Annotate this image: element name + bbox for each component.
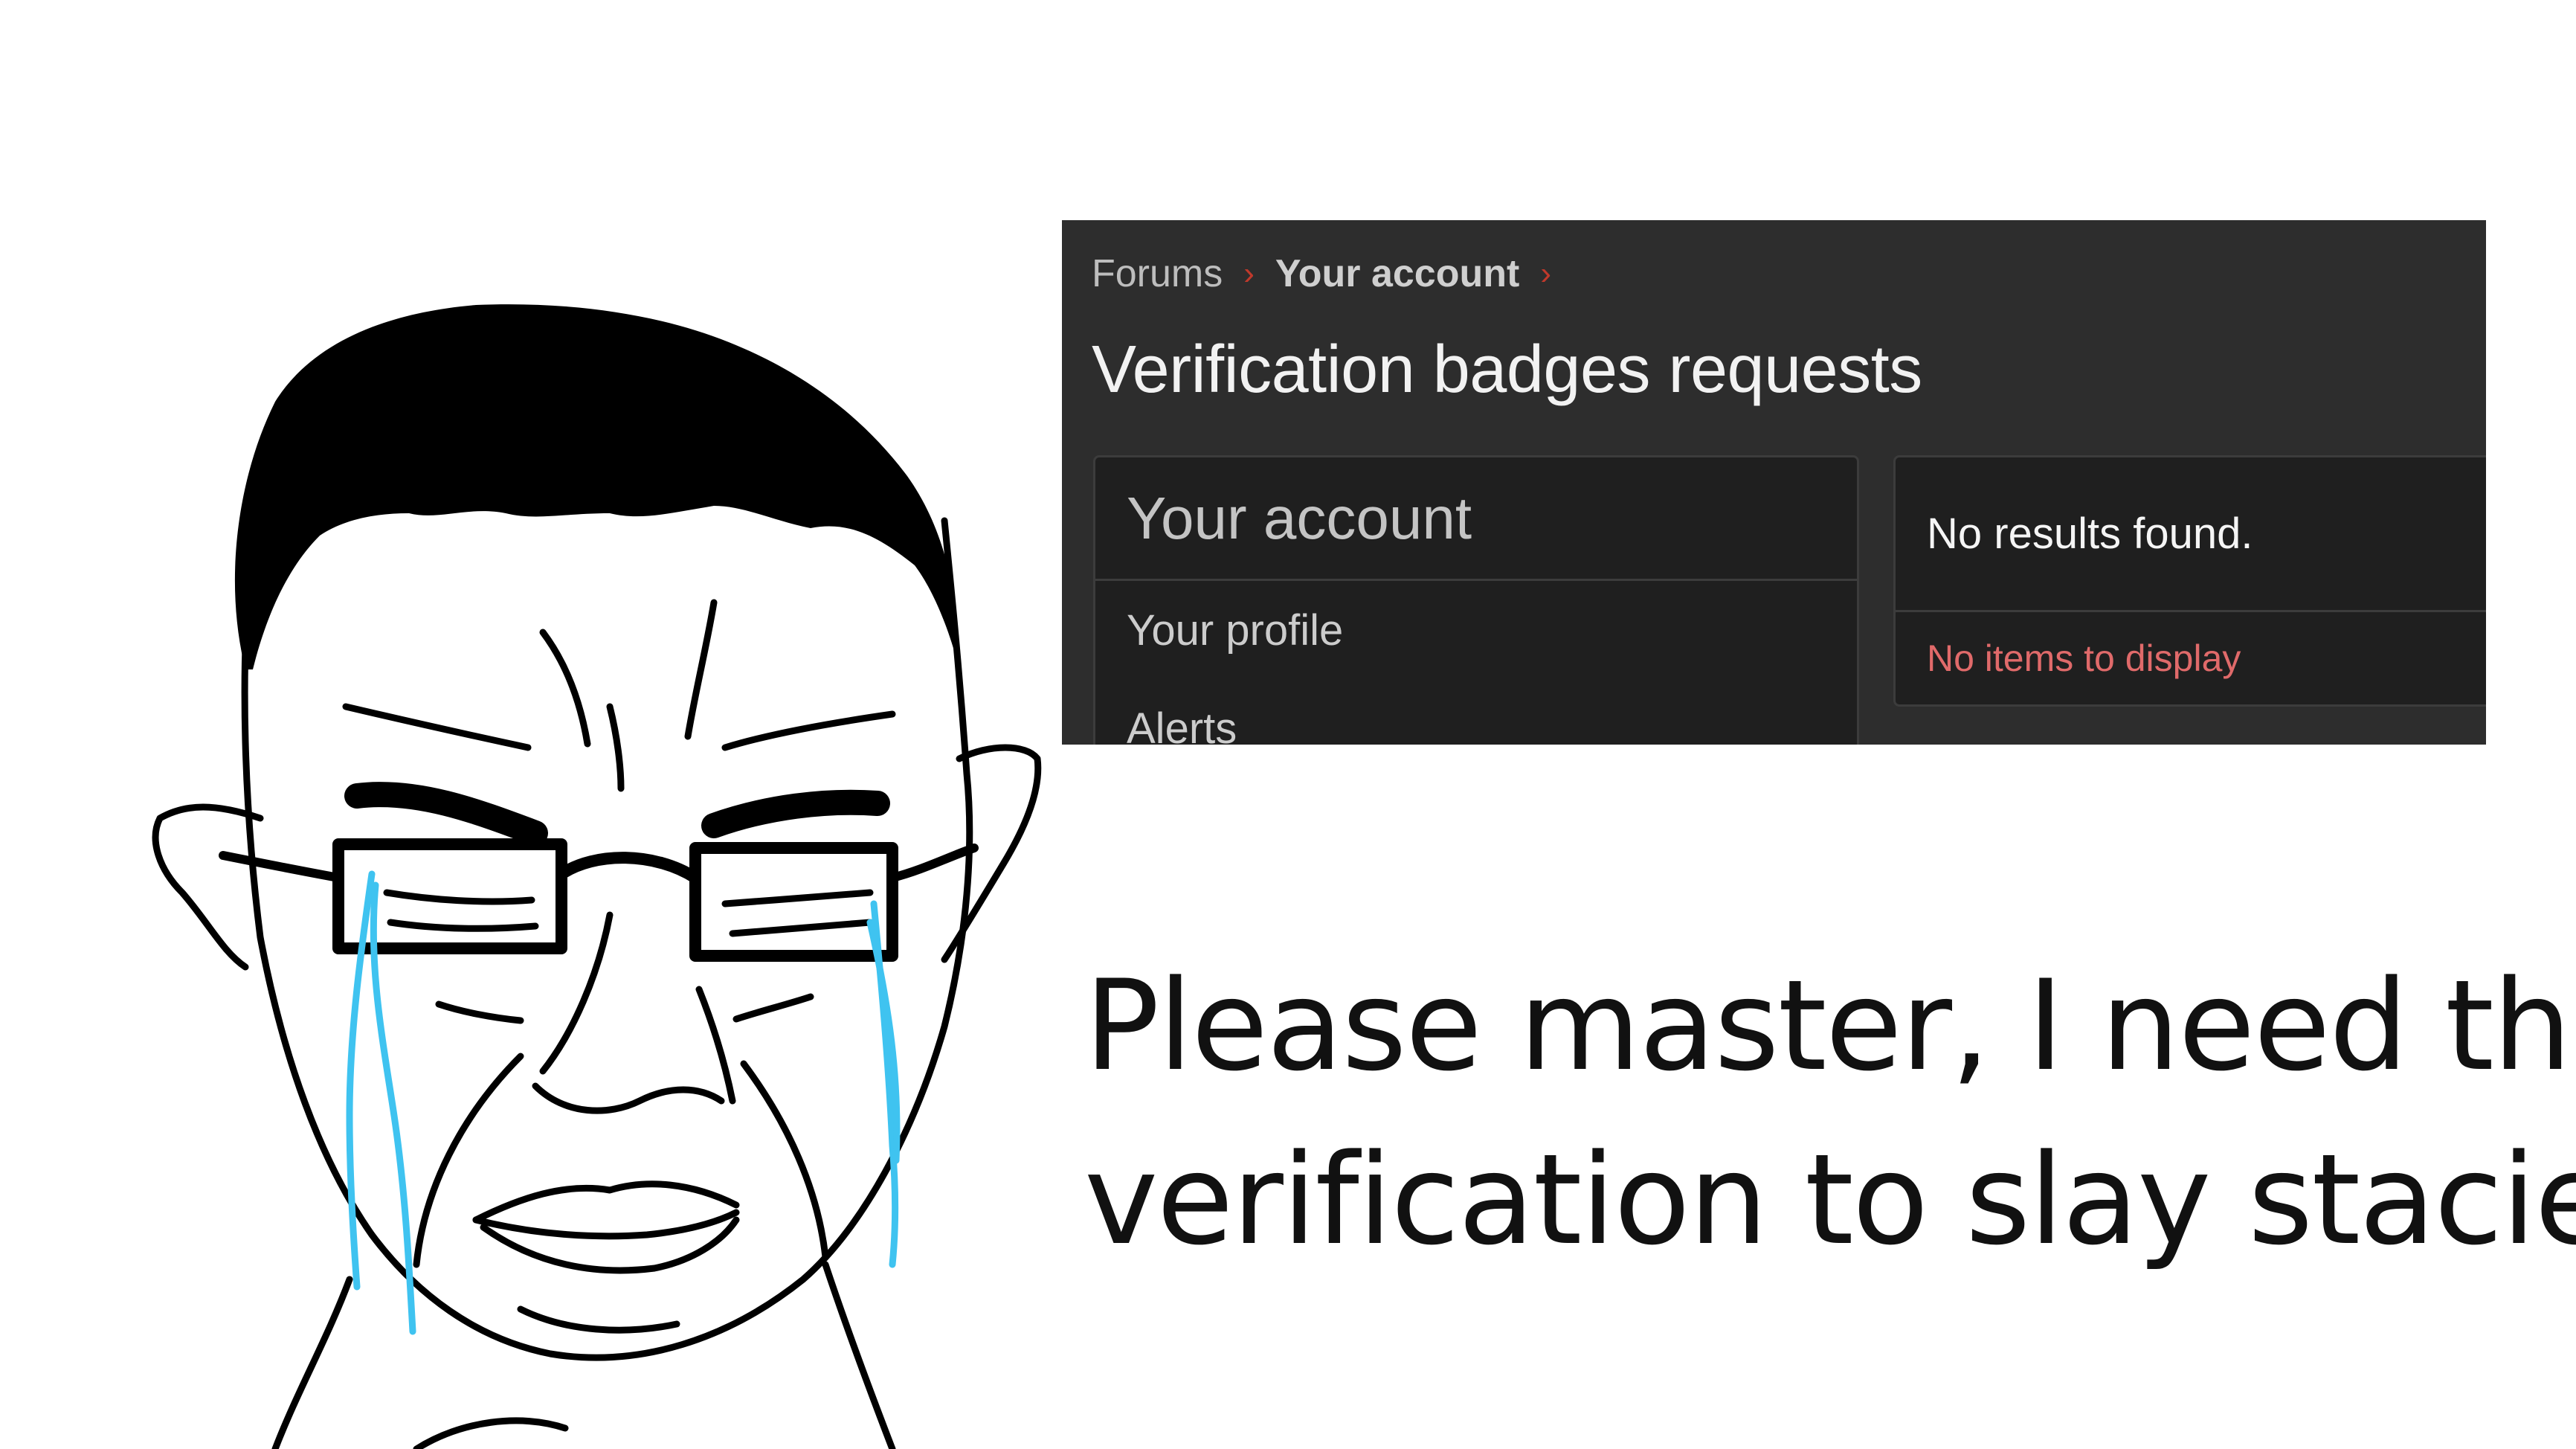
sidebar-item-your-profile[interactable]: Your profile (1095, 581, 1857, 679)
right-fold (740, 1060, 829, 1261)
crying-wojak-illustration (0, 0, 1056, 1449)
right-eye-closed (721, 889, 874, 907)
chevron-right-icon: › (1540, 255, 1551, 292)
account-sidebar-panel: Your account Your profile Alerts (1093, 455, 1859, 745)
caption-line-1: Please master, I need this (1084, 953, 2576, 1099)
results-panel: No results found. No items to display (1893, 455, 2486, 707)
meme-canvas: Forums › Your account › Verification bad… (0, 0, 2576, 1449)
forehead-line-right (721, 710, 896, 751)
forehead-line-left (342, 703, 532, 751)
left-temple (219, 851, 343, 882)
brow-furrow-1 (539, 629, 591, 748)
chin-line (517, 1305, 680, 1334)
left-eyebrow (344, 782, 548, 846)
left-ear (152, 803, 264, 971)
sidebar-item-alerts[interactable]: Alerts (1095, 679, 1857, 745)
caption-line-2: verification to slay stacies (1084, 1127, 2576, 1273)
no-results-message: No results found. (1896, 457, 2486, 612)
neck-right (822, 1261, 896, 1449)
breadcrumb: Forums › Your account › (1092, 251, 1572, 296)
wojak-drawing (152, 304, 1042, 1449)
mouth-line (472, 1209, 740, 1240)
meme-caption: Please master, I need this verification … (1084, 939, 2576, 1287)
collar (413, 1417, 569, 1449)
left-fold (413, 1053, 524, 1268)
right-eye-line-2 (729, 919, 874, 937)
brow-furrow-3 (684, 599, 718, 740)
forum-screenshot: Forums › Your account › Verification bad… (1062, 220, 2486, 745)
nose-tip (532, 1082, 725, 1114)
account-panel-heading: Your account (1095, 457, 1857, 581)
right-temple (888, 844, 979, 882)
upper-lip (472, 1180, 740, 1224)
nose-bridge (539, 911, 614, 1075)
neck-left (271, 1276, 353, 1449)
nose-side (695, 986, 736, 1105)
chevron-right-icon: › (1243, 255, 1255, 292)
breadcrumb-forums-link[interactable]: Forums (1092, 251, 1223, 296)
left-eye-closed (383, 889, 535, 905)
left-cheek-line (435, 1000, 524, 1024)
left-eye-line-2 (387, 919, 539, 932)
empty-list-message: No items to display (1927, 637, 2241, 679)
right-eyebrow (701, 789, 890, 838)
glasses-bridge (556, 852, 701, 884)
hair (234, 304, 959, 669)
brow-furrow-2 (606, 703, 625, 792)
page-title: Verification badges requests (1092, 332, 1922, 407)
right-cheek-line (732, 993, 814, 1023)
breadcrumb-your-account-link[interactable]: Your account (1275, 251, 1519, 296)
